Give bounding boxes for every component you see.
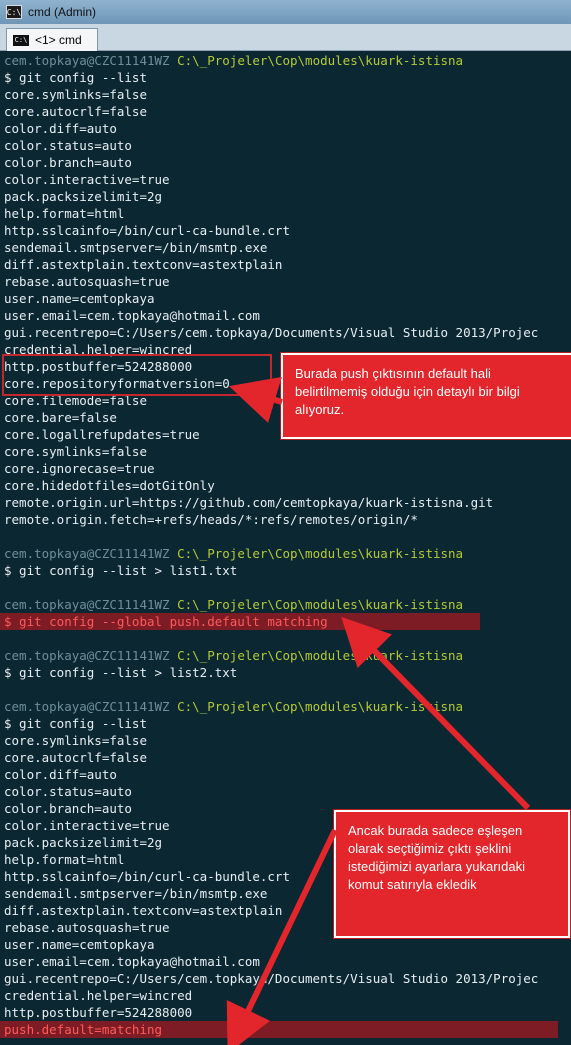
arrow-to-push-result	[226, 828, 338, 1045]
annotation-arrows	[226, 376, 531, 1045]
arrow-to-push-command	[341, 616, 531, 811]
arrow-to-highlight-box	[229, 376, 283, 423]
